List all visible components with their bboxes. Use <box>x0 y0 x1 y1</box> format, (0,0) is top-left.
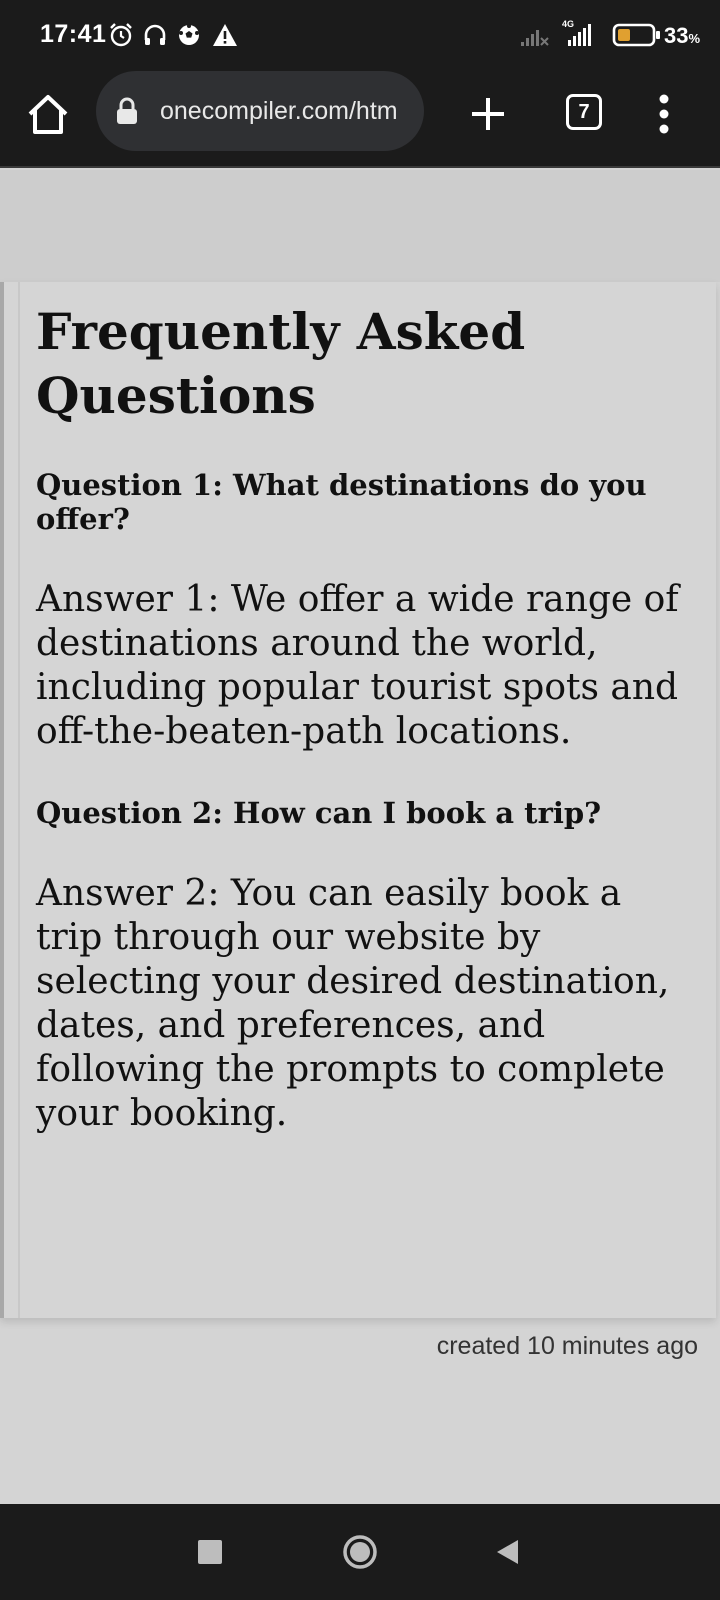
faq-question-2: Question 2: How can I book a trip? <box>36 796 602 830</box>
page-header-area <box>0 170 720 282</box>
page-title: Frequently Asked Questions <box>36 302 526 425</box>
faq-answer-2: Answer 2: You can easily book a trip thr… <box>36 873 670 1134</box>
signal-4g-icon: 4G <box>562 19 591 46</box>
headset-icon <box>144 24 166 45</box>
system-nav-bar <box>0 1504 720 1600</box>
alarm-icon <box>110 23 132 47</box>
football-icon <box>179 24 199 45</box>
network-label: 4G <box>562 19 574 29</box>
battery-icon <box>612 23 660 47</box>
warning-icon <box>213 24 237 46</box>
faq-answer-1: Answer 1: We offer a wide range of desti… <box>36 579 679 752</box>
status-bar: 17:41 4G 33% <box>0 0 720 68</box>
browser-toolbar: onecompiler.com/htm 7 <box>0 68 720 168</box>
tabs-button[interactable]: 7 <box>566 94 602 130</box>
plus-icon[interactable] <box>466 92 510 136</box>
battery-percentage: 33% <box>664 23 701 48</box>
created-timestamp: created 10 minutes ago <box>436 1332 698 1360</box>
lock-icon <box>117 97 137 124</box>
faq-question-1: Question 1: What destinations do you off… <box>36 468 647 536</box>
tab-count: 7 <box>578 101 590 123</box>
signal-off-icon <box>521 30 549 46</box>
faq-section: Frequently Asked Questions Question 1: W… <box>36 300 696 1178</box>
recents-icon[interactable] <box>198 1540 222 1564</box>
home-icon[interactable] <box>24 90 72 138</box>
url-text[interactable]: onecompiler.com/htm <box>160 97 410 126</box>
address-bar[interactable]: onecompiler.com/htm <box>96 71 424 151</box>
status-time: 17:41 <box>40 20 107 48</box>
home-circle-icon[interactable] <box>342 1534 378 1570</box>
preview-divider <box>18 282 20 1318</box>
html-preview: Frequently Asked Questions Question 1: W… <box>0 282 716 1318</box>
back-icon[interactable] <box>494 1538 520 1566</box>
more-vert-icon[interactable] <box>648 92 680 136</box>
